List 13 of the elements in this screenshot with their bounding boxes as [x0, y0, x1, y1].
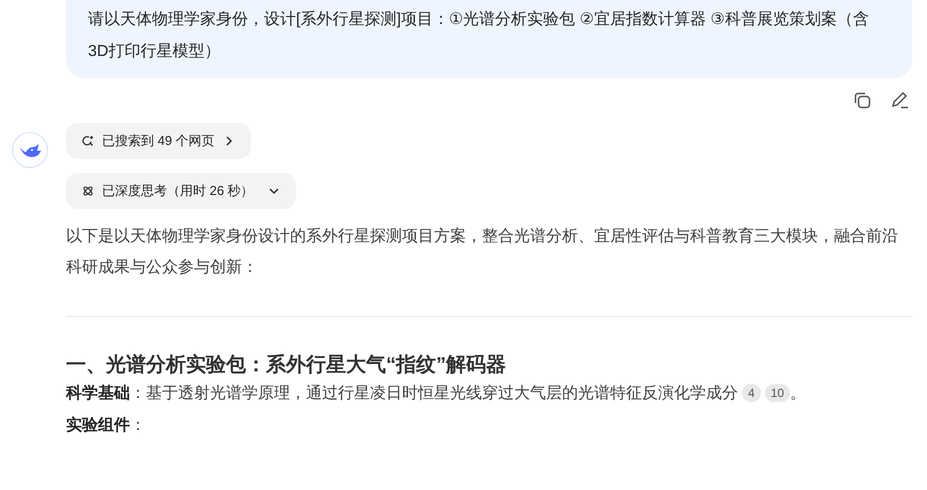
section-heading: 一、光谱分析实验包：系外行星大气“指纹”解码器: [66, 352, 507, 378]
atom-icon: [82, 185, 94, 197]
user-message: 请以天体物理学家身份，设计[系外行星探测]项目：①光谱分析实验包 ②宜居指数计算器 ③科普展览策划案（含3D打印行星模型）: [66, 0, 912, 78]
body-paragraph: 实验组件：: [66, 415, 147, 436]
body-paragraph: 科学基础：基于透射光谱学原理，通过行星凌日时恒星光线穿过大气层的光谱特征反演化学成分 4 10 。: [66, 383, 808, 404]
copy-icon[interactable]: [852, 90, 872, 110]
search-icon: [82, 135, 94, 147]
intro-paragraph: 以下是以天体物理学家身份设计的系外行星探测项目方案，整合光谱分析、宜居性评估与科普教育三大模块，融合前沿科研成果与公众参与创新：: [66, 226, 898, 278]
citation-link[interactable]: 10: [764, 384, 790, 402]
citation-link[interactable]: 4: [742, 384, 761, 402]
edit-icon[interactable]: [890, 90, 910, 110]
search-chip[interactable]: 已搜索到 49 个网页: [66, 123, 251, 159]
thinking-chip[interactable]: 已深度思考（用时 26 秒）: [66, 173, 296, 209]
